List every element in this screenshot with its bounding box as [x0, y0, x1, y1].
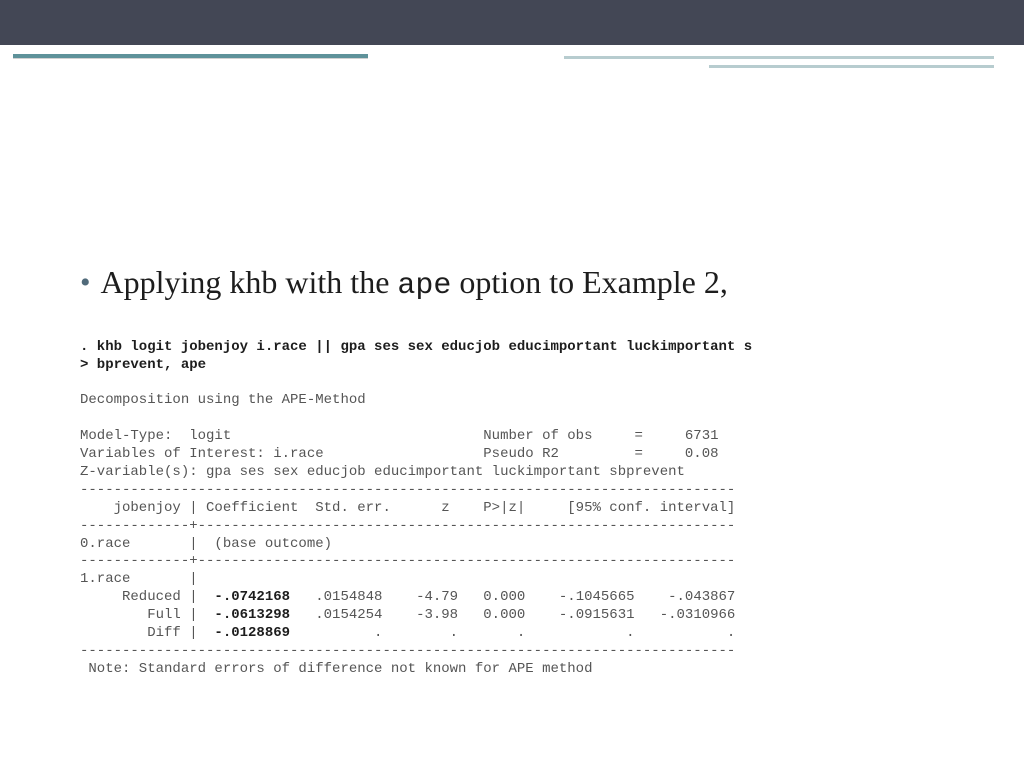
row-full-left: Full |: [80, 607, 214, 623]
stata-rule-top: ----------------------------------------…: [80, 482, 735, 498]
row-diff-rest: . . . . .: [290, 625, 735, 641]
row-reduced-left: Reduced |: [80, 589, 214, 605]
stata-col-header: jobenjoy | Coefficient Std. err. z P>|z|…: [80, 500, 735, 516]
stata-output: . khb logit jobenjoy i.race || gpa ses s…: [80, 339, 954, 679]
accent-right-lower: [709, 65, 994, 68]
accent-right-upper: [564, 56, 994, 59]
accent-left: [13, 54, 368, 58]
bullet-dot: •: [80, 268, 91, 298]
row-diff-coef: -.0128869: [214, 625, 290, 641]
row-full-rest: .0154254 -3.98 0.000 -.0915631 -.0310966: [290, 607, 735, 623]
stata-base-row: 0.race | (base outcome): [80, 536, 332, 552]
slide-header-bar: [0, 0, 1024, 45]
row-diff-left: Diff |: [80, 625, 214, 641]
bullet-row: • Applying khb with the ape option to Ex…: [80, 263, 954, 305]
stata-model-line: Model-Type: logit Number of obs = 6731: [80, 428, 719, 444]
stata-vars-line: Variables of Interest: i.race Pseudo R2 …: [80, 446, 719, 462]
row-reduced-coef: -.0742168: [214, 589, 290, 605]
stata-rule-t1: -------------+--------------------------…: [80, 518, 735, 534]
stata-zvars-line: Z-variable(s): gpa ses sex educjob educi…: [80, 464, 685, 480]
stata-cmd-line1: . khb logit jobenjoy i.race || gpa ses s…: [80, 339, 752, 355]
stata-rule-bottom: ----------------------------------------…: [80, 643, 735, 659]
slide-body: • Applying khb with the ape option to Ex…: [0, 73, 1024, 679]
row-reduced-rest: .0154848 -4.79 0.000 -.1045665 -.043867: [290, 589, 735, 605]
stata-title: Decomposition using the APE-Method: [80, 392, 366, 408]
inline-code-ape: ape: [397, 269, 451, 303]
stata-note: Note: Standard errors of difference not …: [80, 661, 592, 677]
stata-group-row: 1.race |: [80, 571, 198, 587]
row-full-coef: -.0613298: [214, 607, 290, 623]
stata-rule-t2: -------------+--------------------------…: [80, 553, 735, 569]
bullet-suffix: option to Example 2,: [451, 264, 727, 300]
accent-row: [0, 45, 1024, 73]
bullet-text: Applying khb with the ape option to Exam…: [101, 263, 728, 305]
stata-cmd-line2: > bprevent, ape: [80, 357, 206, 373]
bullet-prefix: Applying khb with the: [101, 264, 398, 300]
